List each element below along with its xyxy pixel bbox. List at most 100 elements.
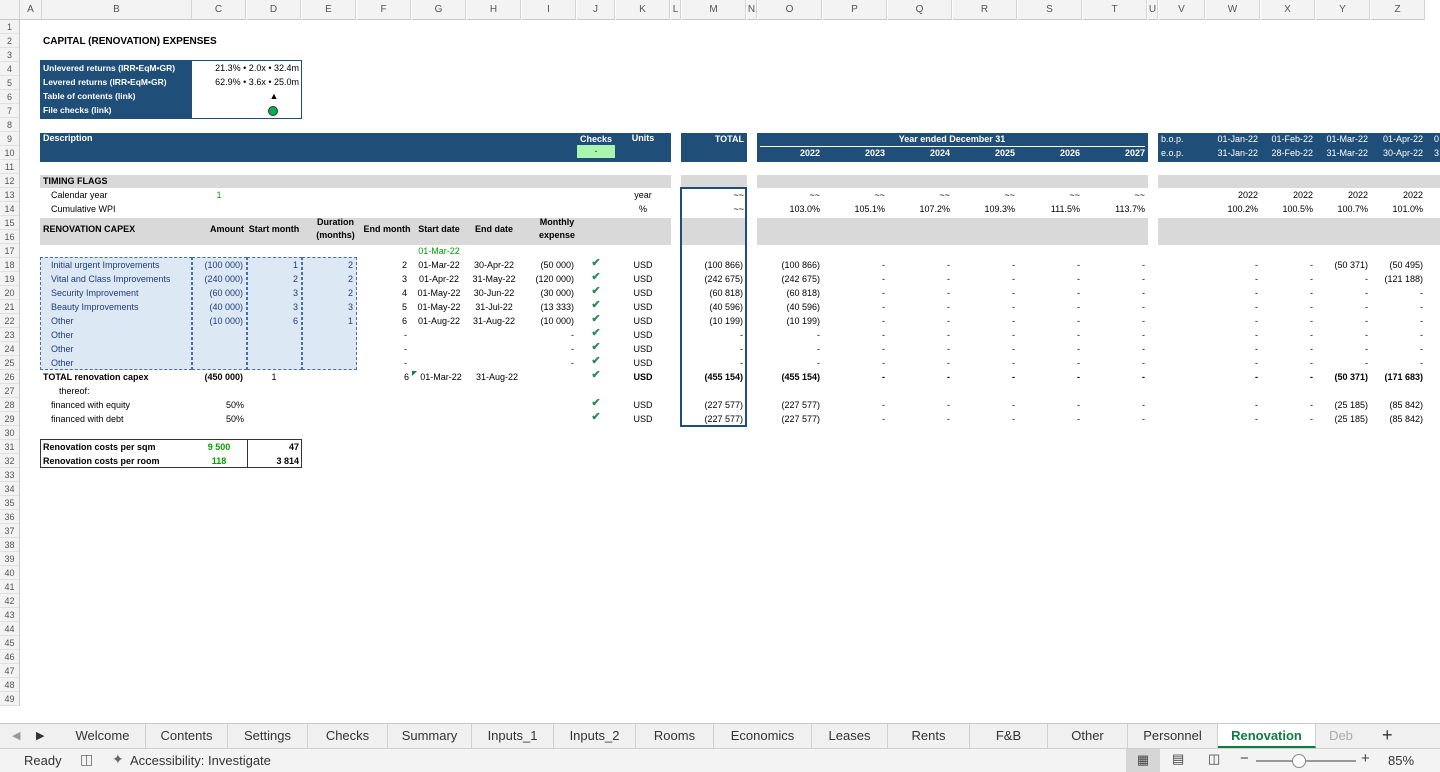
row-header[interactable]: 31 <box>0 440 20 454</box>
row-header[interactable]: 44 <box>0 622 20 636</box>
row-header[interactable]: 45 <box>0 636 20 650</box>
zoom-level[interactable]: 85% <box>1388 753 1414 768</box>
sheet-tab[interactable]: Inputs_1 <box>472 724 554 748</box>
sheet-tab[interactable]: Welcome <box>60 724 146 748</box>
row-header[interactable]: 47 <box>0 664 20 678</box>
column-header[interactable]: N <box>747 0 757 20</box>
column-header[interactable]: Q <box>888 0 952 20</box>
row-header[interactable]: 18 <box>0 258 20 272</box>
row-header[interactable]: 26 <box>0 370 20 384</box>
sheet-tab[interactable]: Contents <box>146 724 228 748</box>
row-header[interactable]: 20 <box>0 286 20 300</box>
add-sheet-button[interactable]: + <box>1382 725 1393 746</box>
accessibility-status[interactable]: Accessibility: Investigate <box>130 753 271 768</box>
column-header[interactable]: H <box>467 0 521 20</box>
row-header[interactable]: 35 <box>0 496 20 510</box>
row-header[interactable]: 1 <box>0 20 20 34</box>
sheet-tab[interactable]: Checks <box>308 724 388 748</box>
column-header[interactable]: J <box>577 0 615 20</box>
column-header[interactable]: R <box>953 0 1017 20</box>
row-header[interactable]: 5 <box>0 76 20 90</box>
column-header[interactable]: A <box>20 0 42 20</box>
row-header[interactable]: 7 <box>0 104 20 118</box>
sheet-tab[interactable]: Renovation <box>1218 724 1316 748</box>
column-header[interactable]: F <box>357 0 411 20</box>
row-header[interactable]: 43 <box>0 608 20 622</box>
column-header[interactable]: X <box>1261 0 1315 20</box>
column-header[interactable]: U <box>1148 0 1158 20</box>
zoom-in-icon[interactable]: + <box>1361 750 1370 767</box>
row-header[interactable]: 42 <box>0 594 20 608</box>
accessibility-icon[interactable]: ✦ <box>112 751 124 768</box>
column-header[interactable]: C <box>192 0 246 20</box>
row-header[interactable]: 46 <box>0 650 20 664</box>
row-header[interactable]: 48 <box>0 678 20 692</box>
row-header[interactable]: 12 <box>0 174 20 188</box>
zoom-out-icon[interactable]: − <box>1240 750 1249 767</box>
row-header[interactable]: 28 <box>0 398 20 412</box>
row-header[interactable]: 13 <box>0 188 20 202</box>
scroll-left-icon[interactable]: ◀ <box>12 729 20 742</box>
row-header[interactable]: 34 <box>0 482 20 496</box>
column-header[interactable]: O <box>758 0 822 20</box>
column-header[interactable]: D <box>247 0 301 20</box>
row-header[interactable]: 4 <box>0 62 20 76</box>
row-header[interactable]: 30 <box>0 426 20 440</box>
row-header[interactable]: 39 <box>0 552 20 566</box>
page-break-icon[interactable]: ◫ <box>1208 751 1220 767</box>
column-header[interactable]: G <box>412 0 466 20</box>
row-header[interactable]: 10 <box>0 146 20 160</box>
row-header[interactable]: 27 <box>0 384 20 398</box>
zoom-slider-thumb[interactable] <box>1292 754 1306 768</box>
column-header[interactable]: Y <box>1316 0 1370 20</box>
page-layout-icon[interactable]: ▤ <box>1172 751 1184 767</box>
column-header[interactable]: K <box>616 0 670 20</box>
column-header[interactable]: S <box>1018 0 1082 20</box>
row-header[interactable]: 6 <box>0 90 20 104</box>
sheet-tab[interactable]: Other <box>1048 724 1128 748</box>
row-header[interactable]: 8 <box>0 118 20 132</box>
column-header[interactable]: T <box>1083 0 1147 20</box>
sheet-tab[interactable]: Rents <box>888 724 970 748</box>
row-header[interactable]: 19 <box>0 272 20 286</box>
row-header[interactable]: 9 <box>0 132 20 146</box>
sheet-tab[interactable]: Personnel <box>1128 724 1218 748</box>
spreadsheet-grid[interactable]: A B C D E F G H I J K L M N O P Q R S T U V W X Y Z 1 2 3 4 5 6 7 8 9 10 11 1… <box>0 0 1440 723</box>
row-header[interactable]: 33 <box>0 468 20 482</box>
row-header[interactable]: 23 <box>0 328 20 342</box>
row-header[interactable]: 16 <box>0 230 20 244</box>
column-header[interactable]: I <box>522 0 576 20</box>
row-header[interactable]: 38 <box>0 538 20 552</box>
row-header[interactable]: 24 <box>0 342 20 356</box>
sheet-tab[interactable]: F&B <box>970 724 1048 748</box>
column-header[interactable]: P <box>823 0 887 20</box>
row-header[interactable]: 22 <box>0 314 20 328</box>
sheet-tab[interactable]: Summary <box>388 724 472 748</box>
row-header[interactable]: 41 <box>0 580 20 594</box>
row-header[interactable]: 29 <box>0 412 20 426</box>
row-header[interactable]: 17 <box>0 244 20 258</box>
column-header[interactable]: M <box>682 0 746 20</box>
sheet-tab[interactable]: Economics <box>714 724 812 748</box>
row-header[interactable]: 49 <box>0 692 20 706</box>
row-header[interactable]: 15 <box>0 216 20 230</box>
row-header[interactable]: 3 <box>0 48 20 62</box>
zoom-slider[interactable] <box>1256 760 1356 762</box>
sheet-tab[interactable]: Deb <box>1316 724 1366 748</box>
select-all-corner[interactable] <box>0 0 20 20</box>
sheet-tab[interactable]: Leases <box>812 724 888 748</box>
column-header[interactable]: B <box>42 0 192 20</box>
scroll-right-icon[interactable]: ▶ <box>36 729 44 742</box>
row-header[interactable]: 40 <box>0 566 20 580</box>
total-column-selection[interactable] <box>680 187 747 427</box>
column-header[interactable]: L <box>671 0 681 20</box>
sheet-tab[interactable]: Rooms <box>636 724 714 748</box>
macro-icon[interactable]: ◫ <box>80 751 93 768</box>
column-header[interactable]: V <box>1159 0 1205 20</box>
row-header[interactable]: 14 <box>0 202 20 216</box>
row-header[interactable]: 2 <box>0 34 20 48</box>
row-header[interactable]: 25 <box>0 356 20 370</box>
row-header[interactable]: 11 <box>0 160 20 174</box>
row-header[interactable]: 36 <box>0 510 20 524</box>
row-header[interactable]: 21 <box>0 300 20 314</box>
